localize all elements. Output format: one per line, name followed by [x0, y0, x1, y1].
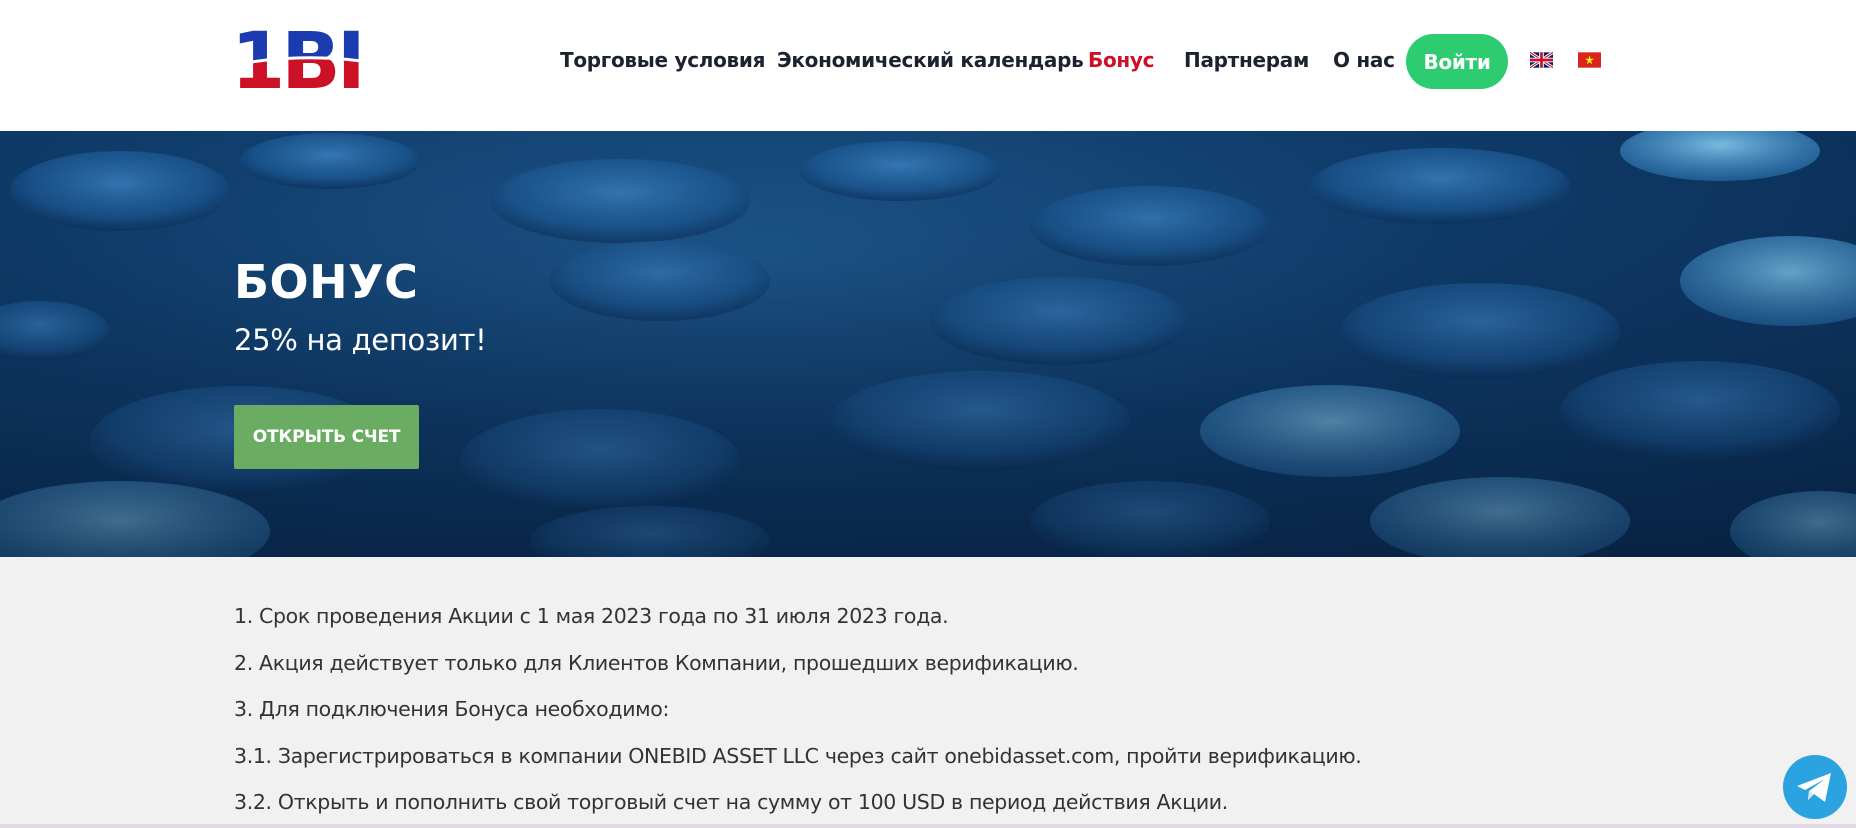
logo-icon: 1BID 1BID	[232, 17, 362, 90]
login-button[interactable]: Войти	[1406, 34, 1508, 89]
uk-flag-icon[interactable]	[1530, 52, 1553, 68]
nav-about[interactable]: О нас	[1333, 48, 1395, 72]
terms-paragraph: 3.2. Открыть и пополнить свой торговый с…	[234, 790, 1228, 814]
page-bottom-border	[0, 824, 1856, 828]
telegram-icon	[1783, 755, 1847, 819]
terms-paragraph: 3. Для подключения Бонуса необходимо:	[234, 697, 670, 721]
nav-economic-calendar[interactable]: Экономический календарь	[777, 48, 1084, 72]
terms-paragraph: 3.1. Зарегистрироваться в компании ONEBI…	[234, 743, 1362, 768]
hero-title: БОНУС	[234, 255, 419, 309]
site-header: 1BID 1BID Торговые условия Экономический…	[0, 0, 1856, 131]
vietnam-flag-icon[interactable]	[1578, 52, 1601, 68]
hero-banner: БОНУС 25% на депозит! ОТКРЫТЬ СЧЕТ	[0, 131, 1856, 557]
terms-paragraph: 2. Акция действует только для Клиентов К…	[234, 650, 1079, 675]
terms-paragraph: 1. Срок проведения Акции с 1 мая 2023 го…	[234, 604, 949, 628]
nav-trading-conditions[interactable]: Торговые условия	[560, 48, 765, 72]
bonus-terms: 1. Срок проведения Акции с 1 мая 2023 го…	[234, 600, 1634, 828]
brand-logo[interactable]: 1BID 1BID	[232, 16, 362, 90]
telegram-button[interactable]	[1783, 755, 1847, 819]
nav-partners[interactable]: Партнерам	[1184, 48, 1309, 72]
open-account-button[interactable]: ОТКРЫТЬ СЧЕТ	[234, 405, 419, 469]
hero-subtitle: 25% на депозит!	[234, 323, 487, 357]
nav-bonus[interactable]: Бонус	[1088, 48, 1155, 72]
